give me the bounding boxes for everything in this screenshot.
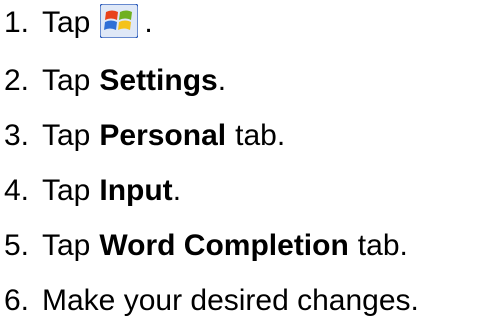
step-text: Tap	[42, 229, 91, 262]
step-text: Make your desired changes.	[42, 284, 419, 317]
step-emphasis: Personal	[99, 119, 227, 152]
step-number: 1.	[4, 6, 30, 39]
step-5: 5. Tap Word Completion tab.	[0, 226, 408, 266]
step-suffix: .	[217, 64, 227, 97]
step-text: Tap	[42, 174, 91, 207]
step-suffix: tab.	[235, 119, 286, 152]
step-emphasis: Input	[99, 174, 173, 207]
step-number: 3.	[4, 119, 30, 152]
step-text: Tap	[42, 119, 91, 152]
step-4: 4. Tap Input .	[0, 171, 181, 211]
step-suffix: .	[144, 6, 153, 39]
step-text: Tap	[42, 6, 91, 39]
step-emphasis: Word Completion	[99, 229, 349, 262]
step-suffix: tab.	[357, 229, 408, 262]
step-text: Tap	[42, 64, 91, 97]
step-1: 1. Tap .	[0, 3, 153, 43]
windows-start-icon	[100, 4, 139, 38]
step-6: 6. Make your desired changes.	[0, 281, 419, 321]
step-emphasis: Settings	[99, 64, 218, 97]
step-2: 2. Tap Settings .	[0, 61, 226, 101]
step-suffix: .	[172, 174, 182, 207]
step-number: 4.	[4, 174, 30, 207]
step-3: 3. Tap Personal tab.	[0, 116, 285, 156]
step-number: 5.	[4, 229, 30, 262]
step-number: 2.	[4, 64, 30, 97]
step-number: 6.	[4, 284, 30, 317]
